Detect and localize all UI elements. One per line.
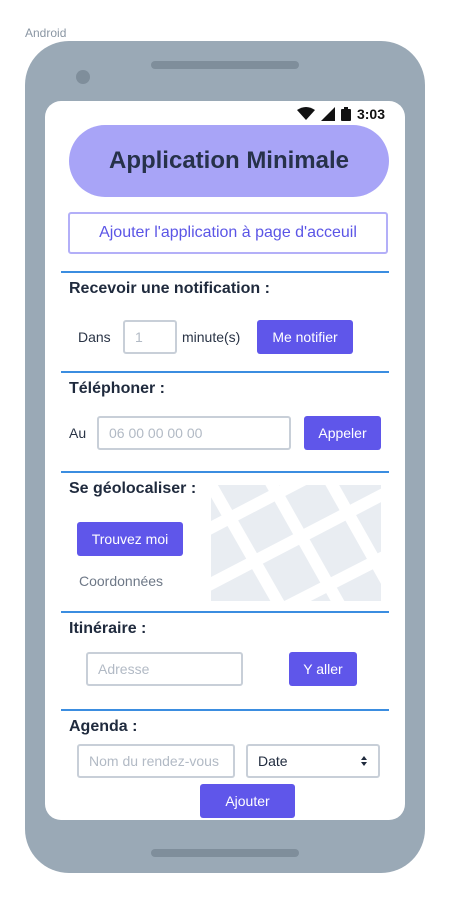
address-input[interactable]: Adresse bbox=[86, 652, 243, 686]
notify-button[interactable]: Me notifier bbox=[257, 320, 353, 354]
status-bar: 3:03 bbox=[45, 101, 405, 125]
map-view[interactable] bbox=[211, 485, 381, 601]
device-frame-label: Android bbox=[25, 26, 67, 40]
appointment-name-input[interactable]: Nom du rendez-vous bbox=[77, 744, 235, 778]
section-divider bbox=[61, 611, 389, 613]
page-title: Application Minimale bbox=[108, 147, 350, 174]
phone-section-title: Téléphoner : bbox=[69, 380, 166, 397]
date-select[interactable]: Date bbox=[246, 744, 380, 778]
signal-icon bbox=[320, 107, 335, 121]
route-section-title: Itinéraire : bbox=[69, 620, 147, 637]
app-title-banner: Application Minimale bbox=[69, 125, 389, 197]
section-divider bbox=[61, 371, 389, 373]
minutes-input[interactable]: 1 bbox=[123, 320, 177, 354]
locate-me-button[interactable]: Trouvez moi bbox=[77, 522, 183, 556]
add-appointment-button[interactable]: Ajouter bbox=[200, 784, 295, 818]
notification-prefix-label: Dans bbox=[78, 329, 111, 345]
minutes-unit-label: minute(s) bbox=[182, 329, 241, 345]
go-button[interactable]: Y aller bbox=[289, 652, 357, 686]
map-icon bbox=[211, 485, 381, 601]
date-select-value: Date bbox=[258, 753, 288, 769]
status-time: 3:03 bbox=[356, 106, 385, 122]
camera-icon bbox=[76, 70, 90, 84]
section-divider bbox=[61, 471, 389, 473]
agenda-section-title: Agenda : bbox=[69, 718, 138, 735]
phone-number-input[interactable]: 06 00 00 00 00 bbox=[97, 416, 291, 450]
home-bar[interactable] bbox=[151, 849, 299, 857]
wifi-icon bbox=[296, 107, 315, 120]
speaker-grille bbox=[151, 61, 299, 69]
coordinates-text: Coordonnées bbox=[79, 573, 164, 589]
call-button[interactable]: Appeler bbox=[304, 416, 381, 450]
app-screen: 3:03 Application Minimale Ajouter l'appl… bbox=[45, 101, 405, 820]
geolocation-section-title: Se géolocaliser : bbox=[69, 480, 197, 497]
section-divider bbox=[61, 709, 389, 711]
add-to-home-button[interactable]: Ajouter l'application à page d'acceuil bbox=[68, 212, 388, 254]
android-device-frame: 3:03 Application Minimale Ajouter l'appl… bbox=[25, 41, 425, 873]
section-divider bbox=[61, 271, 389, 273]
notification-section-title: Recevoir une notification : bbox=[69, 280, 270, 297]
battery-icon bbox=[340, 107, 351, 121]
status-icons: 3:03 bbox=[296, 106, 385, 122]
phone-prefix-label: Au bbox=[69, 425, 87, 441]
select-arrows-icon bbox=[361, 756, 367, 766]
